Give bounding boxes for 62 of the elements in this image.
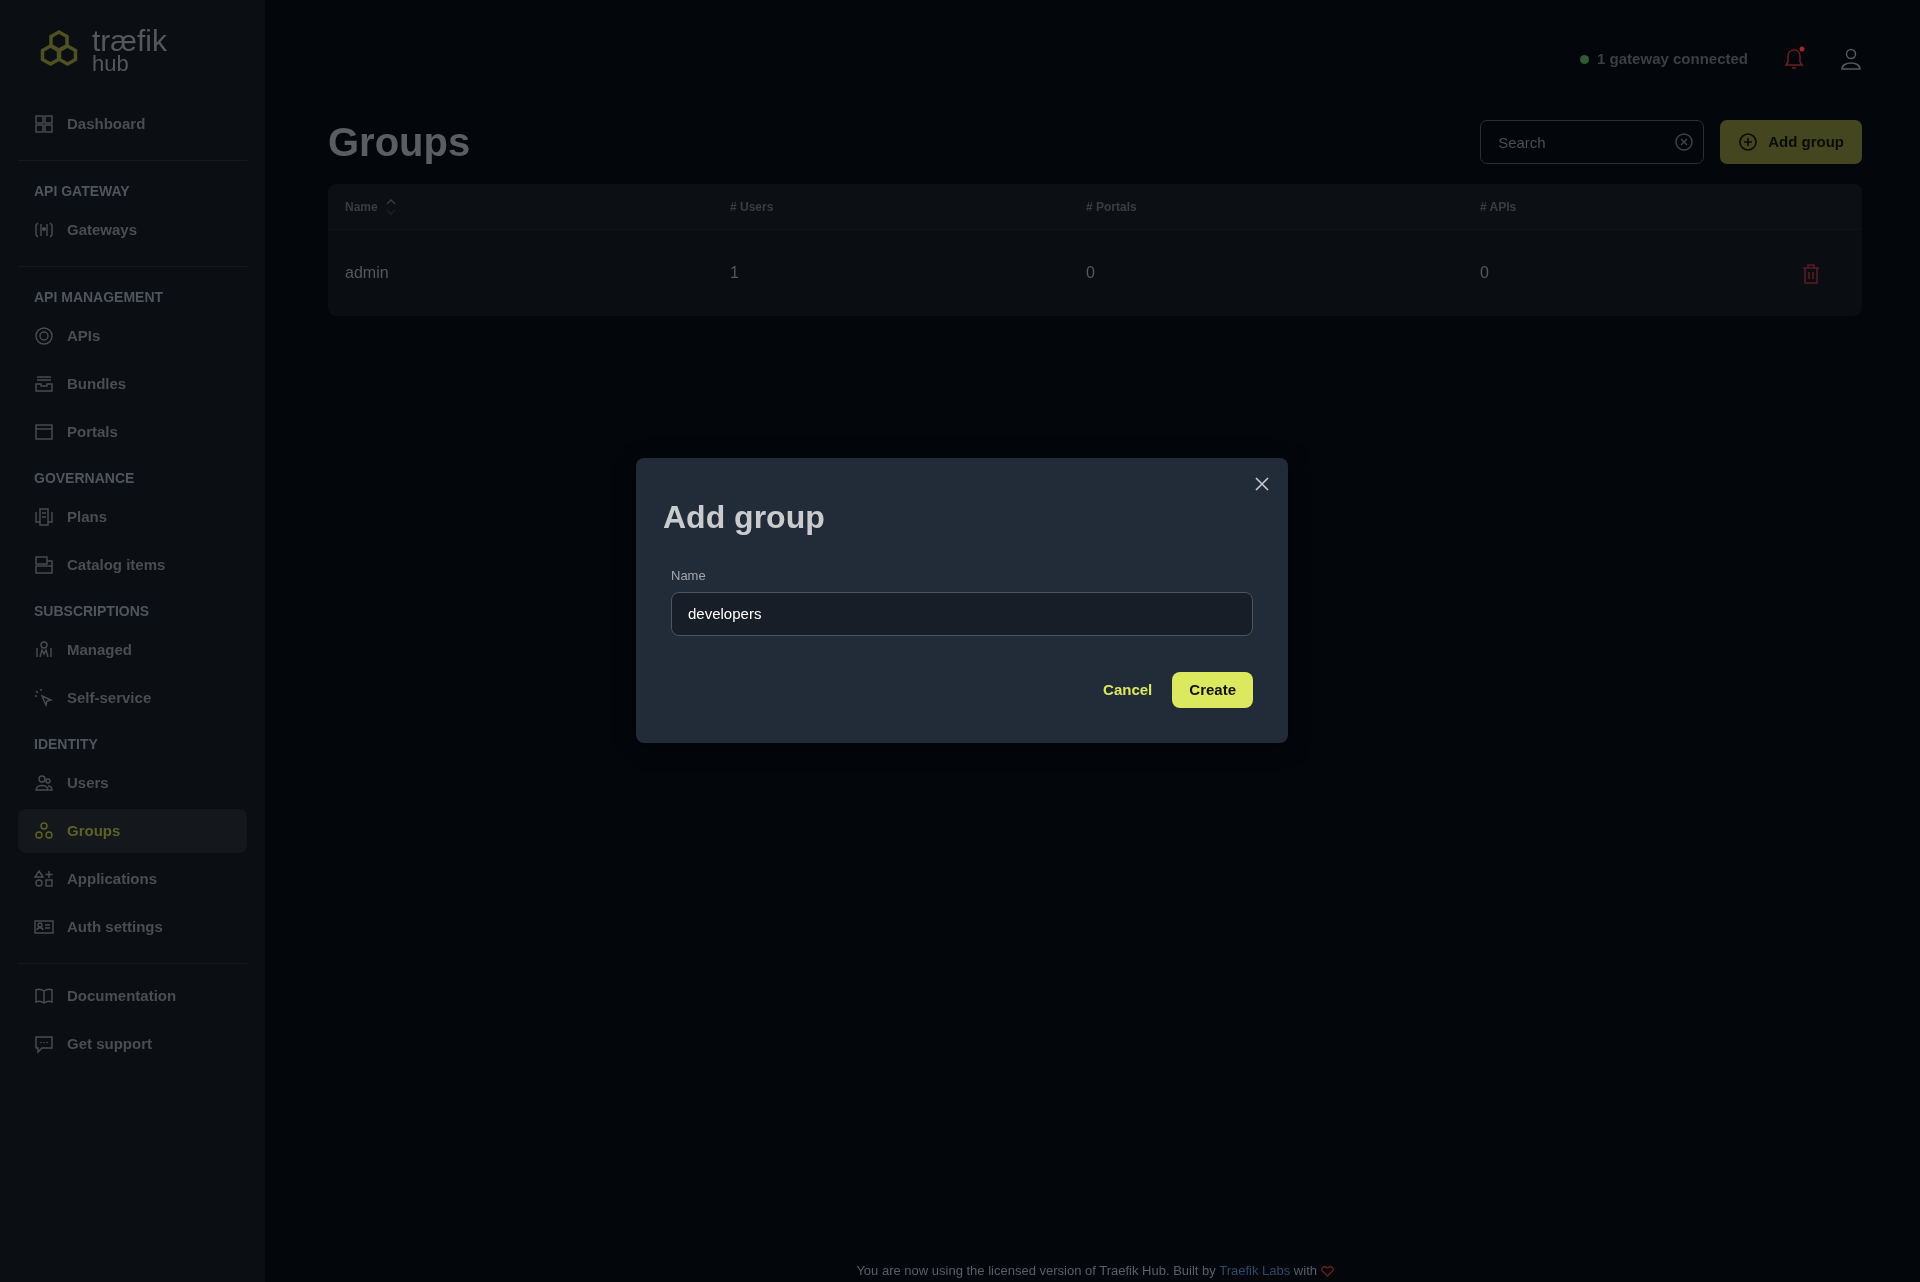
nav-item[interactable]: Portals	[18, 410, 247, 454]
table-cell: admin	[345, 264, 389, 281]
nav-item[interactable]: Users	[18, 761, 247, 805]
cancel-button[interactable]: Cancel	[1099, 672, 1157, 708]
nav-item[interactable]: Bundles	[18, 362, 247, 406]
shapes-icon	[34, 869, 54, 889]
nav-item[interactable]: Gateways	[18, 208, 247, 252]
table-cell: 0	[1480, 264, 1489, 281]
nav-item[interactable]: Get support	[18, 1022, 247, 1066]
book-icon	[34, 986, 54, 1006]
table-cell: 1	[730, 264, 739, 281]
create-button[interactable]: Create	[1172, 671, 1253, 708]
section-heading: GOVERNANCE	[33, 469, 136, 488]
nav-item[interactable]: Self-service	[18, 676, 247, 720]
search-field[interactable]: Search	[1480, 120, 1705, 164]
nav-item[interactable]: Managed	[18, 628, 247, 672]
footer-text: with	[1293, 1262, 1317, 1278]
logo-subtitle: hub	[92, 54, 130, 74]
clear-icon	[1674, 132, 1695, 152]
cursor-icon	[34, 688, 54, 708]
nav-item[interactable]: Plans	[18, 495, 247, 539]
nav-item[interactable]: Groups	[18, 809, 247, 853]
grid-icon	[34, 114, 54, 134]
gateway-icon	[34, 220, 54, 240]
close-icon	[1254, 476, 1270, 492]
sort-icon	[385, 198, 396, 215]
circles-icon	[34, 821, 54, 841]
person-hands-icon	[34, 640, 54, 660]
tray-icon	[34, 374, 54, 394]
chat-icon	[34, 1034, 54, 1054]
section-heading: API GATEWAY	[33, 182, 131, 201]
window-icon	[34, 422, 54, 442]
plus-icon	[1738, 132, 1759, 152]
target-icon	[34, 326, 54, 346]
nav-item[interactable]: Catalog items	[18, 543, 247, 587]
field-label: Name	[671, 567, 707, 586]
user-icon[interactable]	[1840, 47, 1862, 71]
stack-icon	[34, 555, 54, 575]
trash-icon[interactable]	[1802, 263, 1820, 284]
footer-text: You are now using the licensed version of Traefik Hub. Built by	[856, 1262, 1216, 1278]
gateway-status: 1 gateway connected	[1597, 48, 1748, 69]
section-heading: API MANAGEMENT	[33, 288, 165, 307]
add-group-button[interactable]: Add group	[1720, 120, 1862, 164]
document-icon	[34, 507, 54, 527]
logo-wordmark: træfik	[92, 28, 167, 54]
nav-item[interactable]: Auth settings	[18, 905, 247, 949]
status-dot	[1580, 54, 1590, 64]
users-icon	[34, 773, 54, 793]
table-cell: 0	[1086, 264, 1095, 281]
name-field[interactable]: developers	[671, 591, 1253, 636]
section-heading: SUBSCRIPTIONS	[33, 602, 151, 621]
nav-item[interactable]: Dashboard	[18, 102, 247, 146]
nav-item[interactable]: Documentation	[18, 974, 247, 1018]
nav-item[interactable]: APIs	[18, 314, 247, 358]
id-card-icon	[34, 917, 54, 937]
section-heading: IDENTITY	[33, 735, 99, 754]
nav-item[interactable]: Applications	[18, 857, 247, 901]
page-title: Groups	[328, 119, 471, 166]
heart-icon	[1320, 1265, 1334, 1278]
bell-icon[interactable]	[1782, 46, 1806, 72]
dialog-title: Add group	[663, 498, 826, 537]
footer-link[interactable]: Traefik Labs	[1219, 1262, 1291, 1278]
